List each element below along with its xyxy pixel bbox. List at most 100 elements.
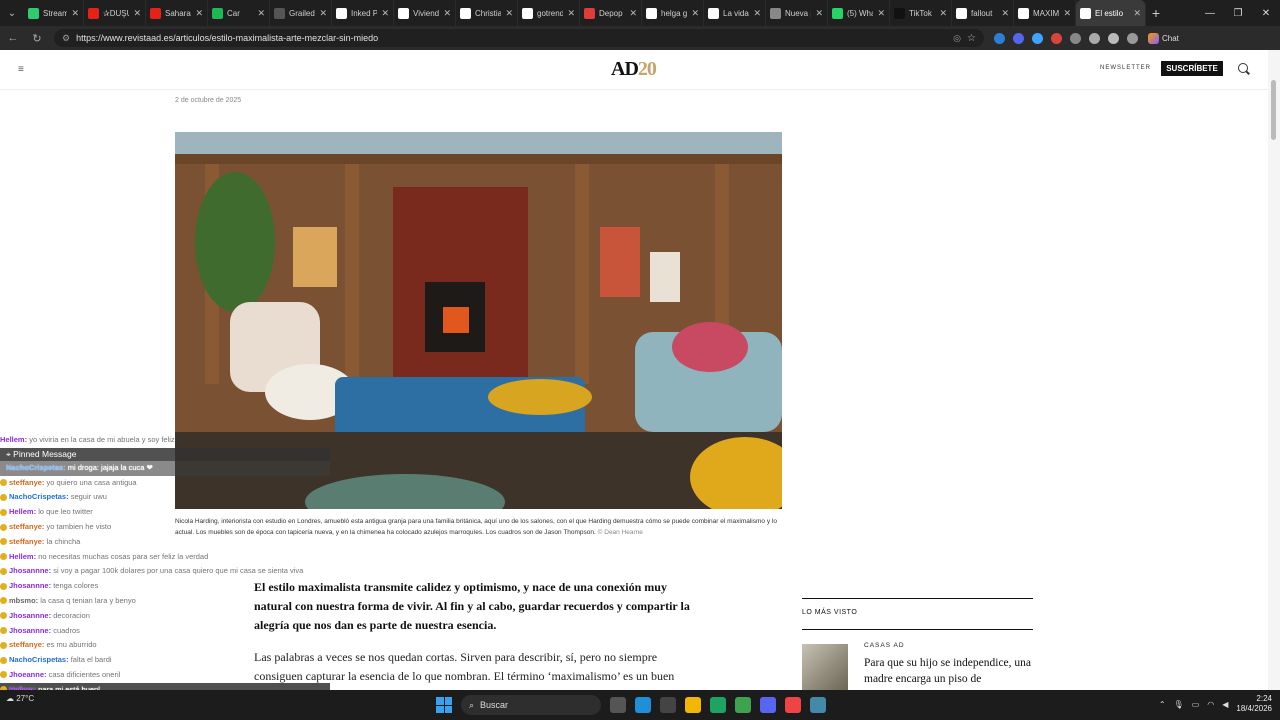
logo-number: 20 <box>637 58 657 80</box>
close-tab-icon[interactable]: ✕ <box>195 8 203 19</box>
minimize-button[interactable]: — <box>1196 8 1224 19</box>
browser-tab[interactable]: fallout ✕ <box>952 0 1014 26</box>
close-tab-icon[interactable]: ✕ <box>939 8 947 19</box>
close-tab-icon[interactable]: ✕ <box>1063 8 1071 19</box>
photo-credit: © Dean Hearne <box>597 529 643 536</box>
close-tab-icon[interactable]: ✕ <box>133 8 141 19</box>
browser-tab[interactable]: Christia ✕ <box>456 0 518 26</box>
page-scrollbar[interactable] <box>1268 50 1280 690</box>
g-icon <box>398 7 409 19</box>
windows-start-icon[interactable] <box>436 697 452 713</box>
browser-tab[interactable]: Nueva p ✕ <box>766 0 828 26</box>
close-tab-icon[interactable]: ✕ <box>815 8 823 19</box>
chat-text: es mu aburrido <box>46 640 97 650</box>
url-text[interactable]: https://www.revistaad.es/articulos/estil… <box>76 33 947 43</box>
tab-search-button[interactable]: ⌄ <box>0 0 24 26</box>
subscriber-badge-icon <box>0 656 7 664</box>
volume-icon[interactable]: ◀ <box>1222 700 1228 709</box>
app-icon[interactable] <box>810 697 826 713</box>
chat-username: NachoCrispetas: <box>9 492 69 502</box>
taskbar-search[interactable]: ⌕ Buscar <box>461 695 601 715</box>
most-viewed-headline[interactable]: Para que su hijo se independice, una mad… <box>864 655 1034 687</box>
chevron-up-icon[interactable]: ⌃ <box>1159 700 1166 709</box>
ad-logo[interactable]: AD20 <box>611 58 657 81</box>
reload-button[interactable]: ↻ <box>30 32 44 45</box>
browser-tab[interactable]: La vida ✕ <box>704 0 766 26</box>
browser-tab[interactable]: TikTok ✕ <box>890 0 952 26</box>
search-icon: ⌕ <box>469 699 475 710</box>
tab-title: helga g <box>661 8 688 18</box>
close-tab-icon[interactable]: ✕ <box>1133 8 1141 19</box>
puzzle-icon[interactable] <box>1089 32 1100 44</box>
browser-tab[interactable]: ✰DUŞU ✕ <box>84 0 146 26</box>
browser-tab[interactable]: gotrend ✕ <box>518 0 580 26</box>
newsletter-link[interactable]: NEWSLETTER <box>1100 65 1151 71</box>
hamburger-menu-icon[interactable]: ≡ <box>18 64 27 75</box>
close-tab-icon[interactable]: ✕ <box>505 8 513 19</box>
browser-tab[interactable]: Sahara ✕ <box>146 0 208 26</box>
browser-tab[interactable]: Depop ✕ <box>580 0 642 26</box>
new-tab-button[interactable]: + <box>1146 5 1166 21</box>
close-tab-icon[interactable]: ✕ <box>381 8 389 19</box>
chat-message: NachoCrispetas: seguir uwu <box>0 490 330 505</box>
close-tab-icon[interactable]: ✕ <box>443 8 451 19</box>
most-viewed-thumbnail[interactable] <box>802 644 848 690</box>
app-icon[interactable] <box>785 697 801 713</box>
chat-message: Jhoeanne: casa dificientes oneril <box>0 668 330 683</box>
extension-icon[interactable] <box>994 32 1005 44</box>
close-tab-icon[interactable]: ✕ <box>753 8 761 19</box>
store-icon[interactable] <box>660 697 676 713</box>
profile-avatar[interactable] <box>1108 32 1119 44</box>
weather-widget[interactable]: ☁ 27°C <box>6 694 34 704</box>
g-icon <box>460 7 471 19</box>
app-icon[interactable] <box>735 697 751 713</box>
close-tab-icon[interactable]: ✕ <box>629 8 637 19</box>
extension-icon[interactable] <box>1051 32 1062 44</box>
close-tab-icon[interactable]: ✕ <box>691 8 699 19</box>
scrollbar-thumb[interactable] <box>1271 80 1276 140</box>
wifi-icon[interactable]: ◠ <box>1207 700 1214 709</box>
most-viewed-category[interactable]: CASAS AD <box>864 642 905 649</box>
edge-icon[interactable] <box>635 697 651 713</box>
microphone-icon[interactable]: 🎙 <box>1174 700 1184 709</box>
browser-tab[interactable]: helga g ✕ <box>642 0 704 26</box>
browser-tab[interactable]: Viviend ✕ <box>394 0 456 26</box>
browser-tab[interactable]: Car ✕ <box>208 0 270 26</box>
browser-tab[interactable]: Stream ✕ <box>24 0 84 26</box>
browser-tab[interactable]: (5) Wha ✕ <box>828 0 890 26</box>
subscribe-button[interactable]: SUSCRÍBETE <box>1161 61 1223 76</box>
extension-icon[interactable] <box>1013 32 1024 44</box>
extension-icon[interactable] <box>1032 32 1043 44</box>
chrome-icon[interactable] <box>710 697 726 713</box>
task-view-icon[interactable] <box>610 697 626 713</box>
chat-button[interactable]: Chat <box>1148 32 1179 44</box>
maximize-button[interactable]: ❐ <box>1224 8 1252 19</box>
search-icon[interactable] <box>1238 63 1248 73</box>
site-info-icon[interactable]: ⚙ <box>62 33 70 44</box>
close-tab-icon[interactable]: ✕ <box>319 8 327 19</box>
browser-tab[interactable]: Grailed ✕ <box>270 0 332 26</box>
monitor-icon[interactable]: ▭ <box>1192 700 1200 709</box>
tab-title: La vida <box>723 8 749 18</box>
browser-tab[interactable]: Inked P ✕ <box>332 0 394 26</box>
close-tab-icon[interactable]: ✕ <box>71 8 79 19</box>
close-tab-icon[interactable]: ✕ <box>567 8 575 19</box>
clock[interactable]: 2:24 18/4/2026 <box>1236 694 1272 714</box>
close-window-button[interactable]: ✕ <box>1252 8 1280 19</box>
chat-text: casa dificientes oneril <box>48 669 121 679</box>
extension-icon[interactable] <box>1070 32 1081 44</box>
menu-dots-icon[interactable] <box>1127 32 1138 44</box>
chat-username: NachoCrispetas: <box>6 462 66 472</box>
file-explorer-icon[interactable] <box>685 697 701 713</box>
bookmark-star-icon[interactable]: ☆ <box>967 33 976 44</box>
tab-title: Sahara <box>165 8 191 18</box>
translate-icon[interactable]: ◎ <box>953 33 961 44</box>
browser-tab[interactable]: MAXIM ✕ <box>1014 0 1076 26</box>
omnibox[interactable]: ⚙ https://www.revistaad.es/articulos/est… <box>54 29 984 47</box>
browser-tab[interactable]: El estilo ✕ <box>1076 0 1146 26</box>
close-tab-icon[interactable]: ✕ <box>877 8 885 19</box>
back-button[interactable]: ← <box>6 32 20 44</box>
close-tab-icon[interactable]: ✕ <box>257 8 265 19</box>
discord-icon[interactable] <box>760 697 776 713</box>
close-tab-icon[interactable]: ✕ <box>1001 8 1009 19</box>
